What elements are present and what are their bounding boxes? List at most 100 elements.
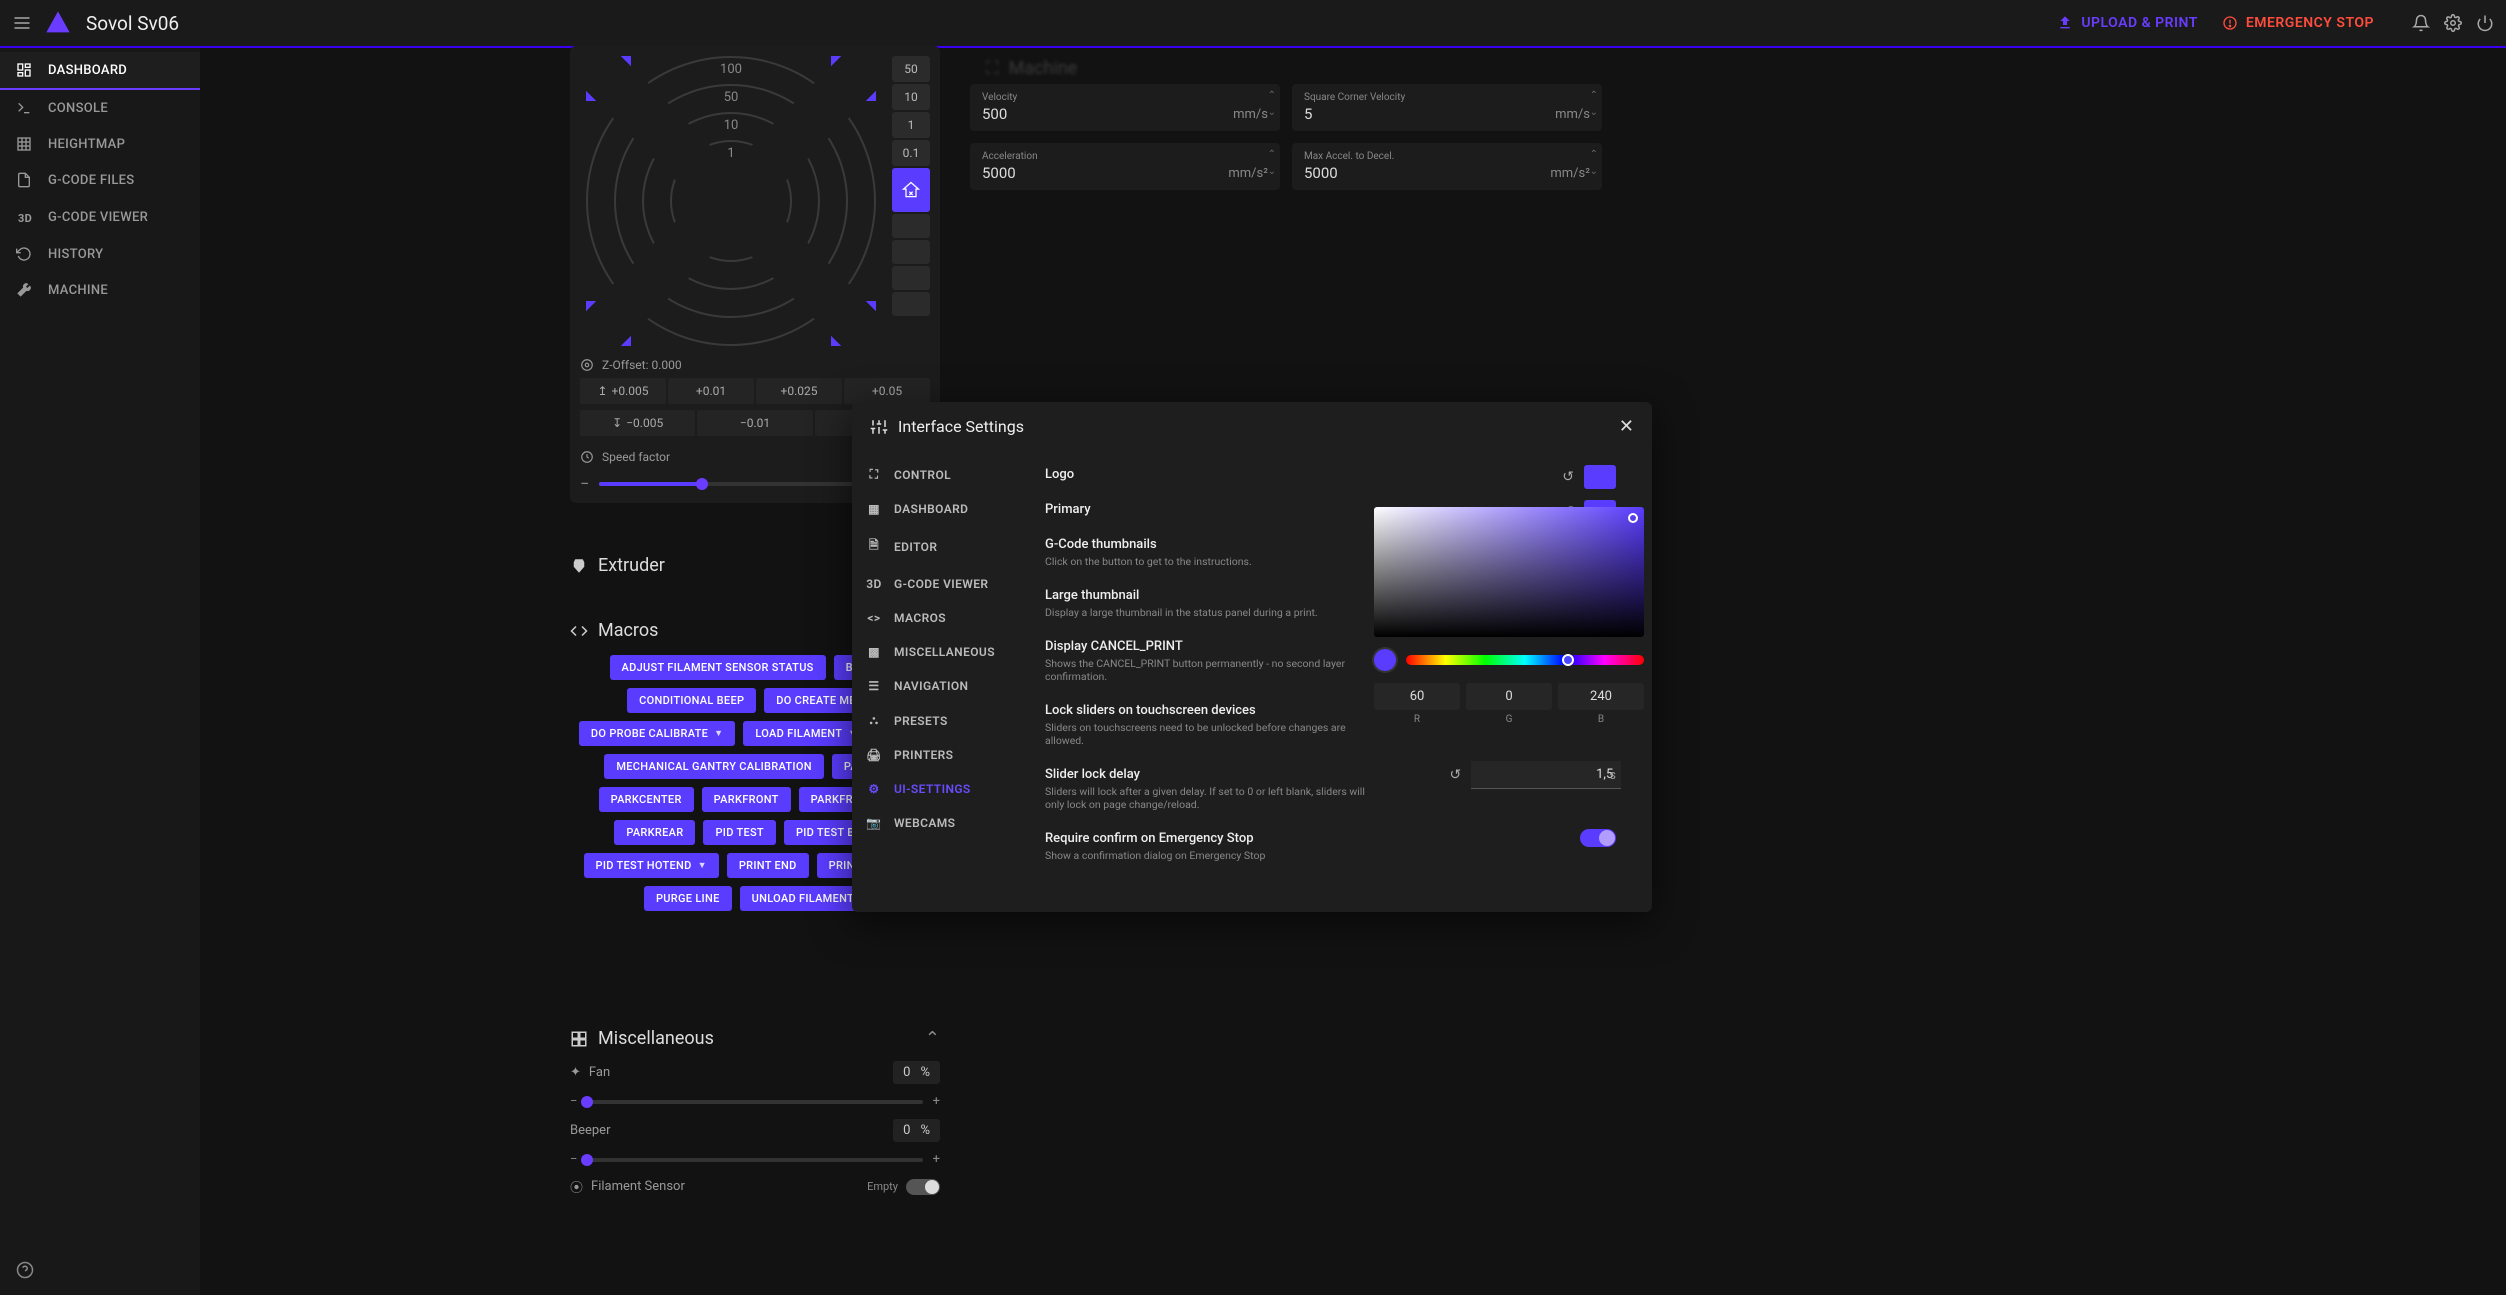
minus-icon[interactable]: − xyxy=(580,474,589,493)
z-step-button[interactable] xyxy=(892,266,930,290)
limit-value[interactable]: 5000 xyxy=(982,164,1016,182)
limit-value[interactable]: 5 xyxy=(1304,105,1312,123)
notifications-icon[interactable] xyxy=(2412,14,2430,32)
plus-icon[interactable]: + xyxy=(933,1094,940,1109)
sidenav-item-heightmap[interactable]: HEIGHTMAP xyxy=(0,126,200,162)
settings-tab-control[interactable]: ⛶CONTROL xyxy=(852,457,1027,492)
close-icon[interactable]: ✕ xyxy=(1619,416,1634,437)
reset-icon[interactable]: ↺ xyxy=(1562,469,1574,485)
macro-label: PID TEST HOTEND xyxy=(596,859,692,872)
fan-value[interactable]: 0 xyxy=(903,1065,910,1080)
babystep-button[interactable]: +0.05 xyxy=(844,378,930,404)
fan-slider[interactable] xyxy=(587,1100,922,1104)
sidenav-item-label: CONSOLE xyxy=(48,101,108,116)
limit-value[interactable]: 500 xyxy=(982,105,1007,123)
z-step-button[interactable]: 1 xyxy=(892,112,930,138)
home-xy-corner-icon[interactable] xyxy=(831,301,876,346)
help-icon[interactable] xyxy=(16,1261,34,1279)
settings-tab-ui-settings[interactable]: ⚙UI-SETTINGS xyxy=(852,772,1027,806)
xy-jog-control[interactable]: 100 50 10 1 xyxy=(586,56,876,346)
settings-tab-editor[interactable]: 🗎EDITOR xyxy=(852,526,1027,567)
stepper-up-icon[interactable]: ⌃ xyxy=(1590,149,1598,160)
babystep-button[interactable]: +0.01 xyxy=(668,378,754,404)
macro-button[interactable]: PARKREAR xyxy=(614,820,695,845)
upload-print-button[interactable]: UPLOAD & PRINT xyxy=(2057,15,2198,31)
home-xy-corner-icon[interactable] xyxy=(586,301,631,346)
power-icon[interactable] xyxy=(2476,14,2494,32)
sidenav-item-dashboard[interactable]: DASHBOARD xyxy=(0,52,200,90)
z-step-button[interactable] xyxy=(892,292,930,316)
macro-button[interactable]: PID TEST HOTEND ▼ xyxy=(584,853,719,878)
settings-row: Slider lock delaySliders will lock after… xyxy=(1045,757,1634,821)
menu-icon[interactable] xyxy=(12,13,32,33)
macro-button[interactable]: PID TEST xyxy=(703,820,775,845)
settings-row-desc: Sliders will lock after a given delay. I… xyxy=(1045,785,1375,811)
settings-tab-macros[interactable]: <>MACROS xyxy=(852,601,1027,635)
home-xy-corner-icon[interactable] xyxy=(586,56,631,101)
sidenav-item-history[interactable]: HISTORY xyxy=(0,236,200,272)
plus-icon[interactable]: + xyxy=(933,1152,940,1167)
stepper-up-icon[interactable]: ⌃ xyxy=(1268,149,1276,160)
color-g-input[interactable] xyxy=(1466,683,1552,710)
minus-icon[interactable]: − xyxy=(570,1152,577,1167)
slider-delay-input[interactable] xyxy=(1471,761,1621,789)
sidenav-item-console[interactable]: CONSOLE xyxy=(0,90,200,126)
stepper-down-icon[interactable]: ⌄ xyxy=(1590,107,1598,118)
sidenav-item-label: G-CODE VIEWER xyxy=(48,210,148,225)
color-hue-slider[interactable] xyxy=(1406,655,1644,665)
stepper-down-icon[interactable]: ⌄ xyxy=(1268,166,1276,177)
settings-tab-g-code viewer[interactable]: 3DG-CODE VIEWER xyxy=(852,567,1027,601)
settings-tab-navigation[interactable]: ☰NAVIGATION xyxy=(852,669,1027,703)
macro-button[interactable]: PRINT END xyxy=(727,853,809,878)
reset-icon[interactable]: ↺ xyxy=(1450,767,1462,783)
home-xy-corner-icon[interactable] xyxy=(831,56,876,101)
macro-button[interactable]: ADJUST FILAMENT SENSOR STATUS xyxy=(610,655,826,680)
babystep-button[interactable]: −0.01 xyxy=(697,410,812,436)
z-step-button[interactable] xyxy=(892,214,930,238)
macro-button[interactable]: UNLOAD FILAMENT xyxy=(740,886,866,911)
settings-icon[interactable] xyxy=(2444,14,2462,32)
babystep-button[interactable]: ↥ +0.005 xyxy=(580,378,666,404)
macro-button[interactable]: CONDITIONAL BEEP xyxy=(627,688,756,713)
chevron-down-icon[interactable]: ▼ xyxy=(698,860,707,871)
color-r-input[interactable] xyxy=(1374,683,1460,710)
macro-button[interactable]: DO PROBE CALIBRATE▼ xyxy=(579,721,735,746)
z-step-button[interactable]: 50 xyxy=(892,56,930,82)
minus-icon[interactable]: − xyxy=(570,1094,577,1109)
z-step-button[interactable]: 10 xyxy=(892,84,930,110)
settings-tab-webcams[interactable]: 📷WEBCAMS xyxy=(852,806,1027,840)
stepper-down-icon[interactable]: ⌄ xyxy=(1268,107,1276,118)
settings-tab-miscellaneous[interactable]: ▩MISCELLANEOUS xyxy=(852,635,1027,669)
settings-tab-printers[interactable]: 🖨PRINTERS xyxy=(852,738,1027,772)
babystep-button[interactable]: ↧ −0.005 xyxy=(580,410,695,436)
stepper-up-icon[interactable]: ⌃ xyxy=(1590,90,1598,101)
limit-value[interactable]: 5000 xyxy=(1304,164,1338,182)
toggle-switch[interactable] xyxy=(1580,829,1616,847)
stepper-up-icon[interactable]: ⌃ xyxy=(1268,90,1276,101)
chevron-up-icon[interactable]: ⌃ xyxy=(925,1028,940,1049)
sidenav-item-g-code-files[interactable]: G-CODE FILES xyxy=(0,162,200,198)
color-b-input[interactable] xyxy=(1558,683,1644,710)
macro-button[interactable]: PURGE LINE xyxy=(644,886,732,911)
settings-tab-presets[interactable]: ⛬PRESETS xyxy=(852,703,1027,738)
sidenav-item-g-code-viewer[interactable]: 3DG-CODE VIEWER xyxy=(0,198,200,236)
babystep-button[interactable]: +0.025 xyxy=(756,378,842,404)
z-step-button[interactable]: 0.1 xyxy=(892,140,930,166)
stepper-down-icon[interactable]: ⌄ xyxy=(1590,166,1598,177)
macro-button[interactable]: PARKCENTER xyxy=(599,787,694,812)
beeper-value[interactable]: 0 xyxy=(903,1123,910,1138)
color-saturation-value[interactable] xyxy=(1374,507,1644,637)
emergency-stop-button[interactable]: EMERGENCY STOP xyxy=(2222,15,2374,31)
z-home-button[interactable] xyxy=(892,168,930,212)
beeper-slider[interactable] xyxy=(587,1158,922,1162)
z-step-button[interactable] xyxy=(892,240,930,264)
sidenav-item-machine[interactable]: MACHINE xyxy=(0,272,200,308)
macro-button[interactable]: LOAD FILAMENT▼ xyxy=(743,721,869,746)
emergency-stop-label: EMERGENCY STOP xyxy=(2246,15,2374,31)
color-swatch[interactable] xyxy=(1584,465,1616,489)
filament-sensor-toggle[interactable] xyxy=(906,1179,940,1195)
macro-button[interactable]: MECHANICAL GANTRY CALIBRATION xyxy=(604,754,823,779)
macro-button[interactable]: PARKFRONT xyxy=(702,787,791,812)
settings-tab-dashboard[interactable]: ▦DASHBOARD xyxy=(852,492,1027,526)
chevron-down-icon[interactable]: ▼ xyxy=(714,728,723,739)
